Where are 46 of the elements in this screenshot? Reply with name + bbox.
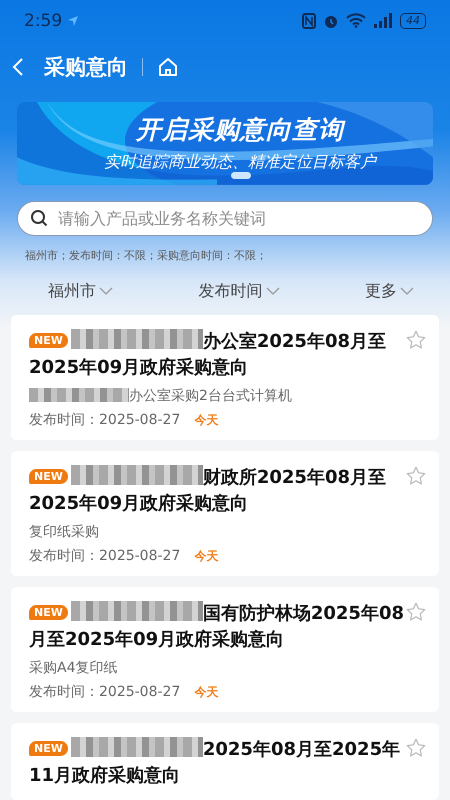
publish-date: 发布时间：2025-08-27 bbox=[29, 411, 180, 429]
new-badge: NEW bbox=[29, 333, 68, 348]
chevron-down-icon bbox=[99, 287, 113, 296]
battery-level: 44 bbox=[400, 12, 426, 29]
back-button[interactable] bbox=[12, 56, 24, 77]
star-button[interactable] bbox=[405, 737, 427, 759]
filter-dropdown[interactable]: 福州市 bbox=[48, 280, 113, 302]
banner-title: 开启采购意向查询 bbox=[134, 114, 344, 146]
card-title: NEW 2025年08月至2025年11月政府采购意向 bbox=[29, 737, 402, 788]
card-title: NEW 财政所2025年08月至2025年09月政府采购意向 bbox=[29, 465, 388, 516]
result-card[interactable]: NEW 财政所2025年08月至2025年09月政府采购意向 复印纸采购 发布时间：2025-08-27 今天 bbox=[11, 451, 439, 576]
search-input[interactable]: 请输入产品或业务名称关键词 bbox=[56, 208, 420, 229]
new-badge: NEW bbox=[29, 469, 68, 484]
signal-icon bbox=[373, 13, 393, 28]
filter-summary: 福州市；发布时间：不限；采购意向时间：不限； bbox=[25, 248, 268, 264]
wifi-icon bbox=[346, 13, 366, 28]
banner-subtitle: 实时追踪商业动态、精准定位目标客户 bbox=[103, 152, 376, 174]
result-card[interactable]: NEW 国有防护林场2025年08月至2025年09月政府采购意向 采购A4复印纸 发布时间：2025-08-27 今天 bbox=[11, 587, 439, 712]
publish-date: 发布时间：2025-08-27 bbox=[29, 683, 180, 701]
new-badge: NEW bbox=[29, 741, 68, 756]
search-icon bbox=[30, 209, 48, 228]
location-icon bbox=[67, 14, 80, 27]
today-tag: 今天 bbox=[194, 684, 218, 700]
card-title: NEW 国有防护林场2025年08月至2025年09月政府采购意向 bbox=[29, 601, 406, 652]
star-button[interactable] bbox=[405, 465, 427, 487]
result-card[interactable]: NEW 办公室2025年08月至2025年09月政府采购意向 办公室采购2台台式计算机 发布时间：2025-08-27 今天 bbox=[11, 315, 439, 440]
chevron-down-icon bbox=[266, 287, 280, 296]
star-button[interactable] bbox=[405, 601, 427, 623]
nfc-icon bbox=[302, 12, 316, 29]
publish-date: 发布时间：2025-08-27 bbox=[29, 547, 180, 565]
new-badge: NEW bbox=[29, 605, 68, 620]
chevron-down-icon bbox=[400, 287, 414, 296]
card-title: NEW 办公室2025年08月至2025年09月政府采购意向 bbox=[29, 329, 388, 380]
card-subtitle: 办公室采购2台台式计算机 bbox=[129, 388, 292, 404]
card-subtitle: 采购A4复印纸 bbox=[29, 660, 118, 676]
status-time: 2:59 bbox=[24, 10, 62, 31]
result-card[interactable]: NEW 2025年08月至2025年11月政府采购意向 bbox=[11, 723, 439, 800]
filter-dropdown[interactable]: 更多 bbox=[365, 280, 414, 302]
star-button[interactable] bbox=[405, 329, 427, 351]
filter-dropdown[interactable]: 发布时间 bbox=[198, 280, 280, 302]
home-button[interactable] bbox=[157, 56, 179, 78]
today-tag: 今天 bbox=[194, 412, 218, 428]
page-title: 采购意向 bbox=[44, 54, 128, 81]
card-subtitle: 复印纸采购 bbox=[29, 524, 99, 540]
search-field[interactable]: 请输入产品或业务名称关键词 bbox=[17, 200, 433, 236]
today-tag: 今天 bbox=[194, 548, 218, 564]
